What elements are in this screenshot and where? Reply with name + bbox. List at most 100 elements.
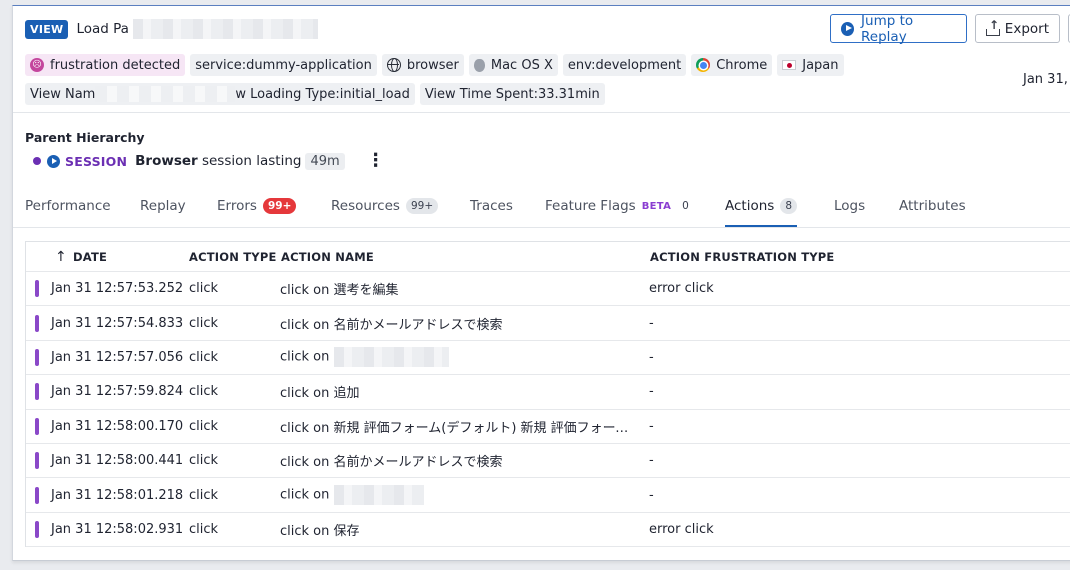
action-indicator (35, 280, 39, 298)
kebab-menu-icon[interactable]: ⋮ (367, 152, 385, 170)
table-row[interactable]: Jan 31 12:57:59.824 click click on 追加 - (26, 375, 1070, 410)
tag-label: Japan (802, 57, 839, 73)
tag-service[interactable]: service:dummy-application (190, 54, 377, 76)
action-indicator (35, 314, 39, 332)
jump-to-replay-label: Jump to Replay (861, 12, 914, 45)
view-header: VIEW Load Pa (25, 18, 318, 40)
tab-label: Resources (331, 198, 400, 214)
table-row[interactable]: Jan 31 12:57:53.252 click click on 選考を編集… (26, 272, 1070, 307)
tag-label: Mac OS X (490, 57, 553, 73)
cell-frustration-type: - (649, 487, 654, 503)
loading-type-value: initial_load (339, 86, 410, 102)
actions-count-badge: 8 (780, 198, 798, 214)
cell-date: Jan 31 12:57:54.833 (51, 315, 184, 331)
redacted-action-name (333, 485, 424, 506)
session-dot-icon (33, 157, 41, 165)
cell-action-type: click (189, 315, 219, 331)
column-header-action-type[interactable]: ACTION TYPE (189, 250, 277, 264)
cell-action-type: click (189, 349, 219, 365)
cell-frustration-type: - (649, 418, 654, 434)
resources-count-badge: 99+ (405, 198, 439, 214)
tab-label: Actions (725, 198, 775, 214)
session-label: SESSION (65, 153, 128, 169)
column-header-frustration-type[interactable]: ACTION FRUSTRATION TYPE (650, 250, 835, 264)
sort-ascending-icon[interactable]: ↑ (55, 249, 67, 265)
tab-logs[interactable]: Logs (834, 194, 865, 218)
cell-action-name: click on 名前かメールアドレスで検索 (280, 317, 503, 333)
tab-performance[interactable]: Performance (25, 194, 111, 218)
cell-date: Jan 31 12:58:00.441 (51, 453, 184, 469)
tab-replay[interactable]: Replay (140, 194, 186, 218)
tab-attributes[interactable]: Attributes (899, 194, 966, 218)
cell-date: Jan 31 12:58:01.218 (51, 487, 184, 503)
session-type: Browser (135, 153, 198, 169)
table-row[interactable]: Jan 31 12:58:00.170 click click on 新規 評価… (26, 410, 1070, 444)
chrome-icon (696, 58, 711, 72)
view-title: Load Pa (76, 21, 129, 37)
action-indicator (35, 348, 39, 366)
export-icon (986, 18, 1000, 36)
tab-resources[interactable]: Resources 99+ (331, 194, 439, 218)
tag-label: service:dummy-application (195, 57, 372, 73)
globe-icon (386, 58, 401, 72)
errors-count-badge: 99+ (262, 198, 297, 214)
export-label: Export (1004, 20, 1049, 37)
view-detail-panel: VIEW Load Pa Jump to Replay Export ☹ frus… (12, 5, 1070, 561)
cell-action-type: click (189, 453, 219, 469)
cell-date: Jan 31 12:58:02.931 (51, 521, 184, 537)
tag-os[interactable]: Mac OS X (468, 54, 558, 76)
session-duration: 49m (305, 152, 345, 170)
frustration-face-icon: ☹ (30, 58, 44, 72)
tags-row: ☹ frustration detected service:dummy-appl… (25, 54, 844, 76)
tab-feature-flags[interactable]: Feature Flags BETA 0 (545, 194, 694, 218)
session-text: session lasting (197, 153, 302, 169)
tag-label: browser (406, 57, 459, 73)
table-row[interactable]: Jan 31 12:58:02.931 click click on 保存 er… (26, 513, 1070, 548)
action-name-text: click on (280, 487, 334, 503)
tag-label: Chrome (716, 57, 768, 73)
cell-action-type: click (189, 384, 219, 400)
tag-frustration[interactable]: ☹ frustration detected (25, 54, 186, 76)
parent-hierarchy-title: Parent Hierarchy (25, 130, 145, 145)
cell-action-name: click on (280, 347, 635, 368)
tag-chrome[interactable]: Chrome (691, 54, 773, 76)
apple-icon (473, 58, 485, 72)
tag-time-spent[interactable]: View Time Spent: 33.31min (419, 83, 605, 105)
action-indicator (35, 486, 39, 504)
table-row[interactable]: Jan 31 12:58:01.218 click click on - (26, 478, 1070, 513)
session-row[interactable]: SESSION Browser session lasting 49m ⋮ (33, 150, 385, 172)
actions-table: ↑ DATE ACTION TYPE ACTION NAME ACTION FR… (25, 241, 1070, 548)
feature-flags-count: 0 (682, 200, 689, 212)
play-icon (841, 21, 855, 36)
tag-label: w Loading Type: (235, 86, 340, 102)
column-header-action-name[interactable]: ACTION NAME (281, 250, 636, 264)
table-row[interactable]: Jan 31 12:57:54.833 click click on 名前かメー… (26, 306, 1070, 341)
tag-label: frustration detected (50, 57, 181, 73)
tab-label: Performance (25, 198, 111, 214)
view-date: Jan 31, (1023, 72, 1068, 87)
tab-traces[interactable]: Traces (470, 194, 513, 218)
export-button[interactable]: Export (975, 14, 1060, 43)
jump-to-replay-button[interactable]: Jump to Replay (830, 12, 967, 45)
cell-frustration-type: error click (649, 521, 714, 537)
divider (13, 112, 1070, 113)
session-description: Browser session lasting (135, 153, 301, 169)
tab-errors[interactable]: Errors 99+ (217, 194, 297, 218)
table-row[interactable]: Jan 31 12:58:00.441 click click on 名前かメー… (26, 444, 1070, 479)
tab-actions[interactable]: Actions 8 (725, 194, 798, 227)
action-indicator (35, 417, 39, 435)
tag-browser[interactable]: browser (381, 54, 464, 76)
tab-label: Attributes (899, 198, 966, 214)
cell-date: Jan 31 12:57:53.252 (51, 281, 184, 297)
cell-frustration-type: - (649, 315, 654, 331)
redacted-view-name (95, 86, 236, 102)
cell-action-type: click (189, 487, 219, 503)
table-row[interactable]: Jan 31 12:57:57.056 click click on - (26, 341, 1070, 376)
tag-view-name[interactable]: View Nam w Loading Type: initial_load (25, 83, 415, 105)
tabs-divider (13, 227, 1070, 228)
tag-env[interactable]: env:development (562, 54, 687, 76)
tag-country[interactable]: Japan (777, 54, 844, 76)
column-header-date[interactable]: DATE (73, 250, 107, 264)
session-play-icon (47, 154, 60, 168)
cell-frustration-type: - (649, 453, 654, 469)
